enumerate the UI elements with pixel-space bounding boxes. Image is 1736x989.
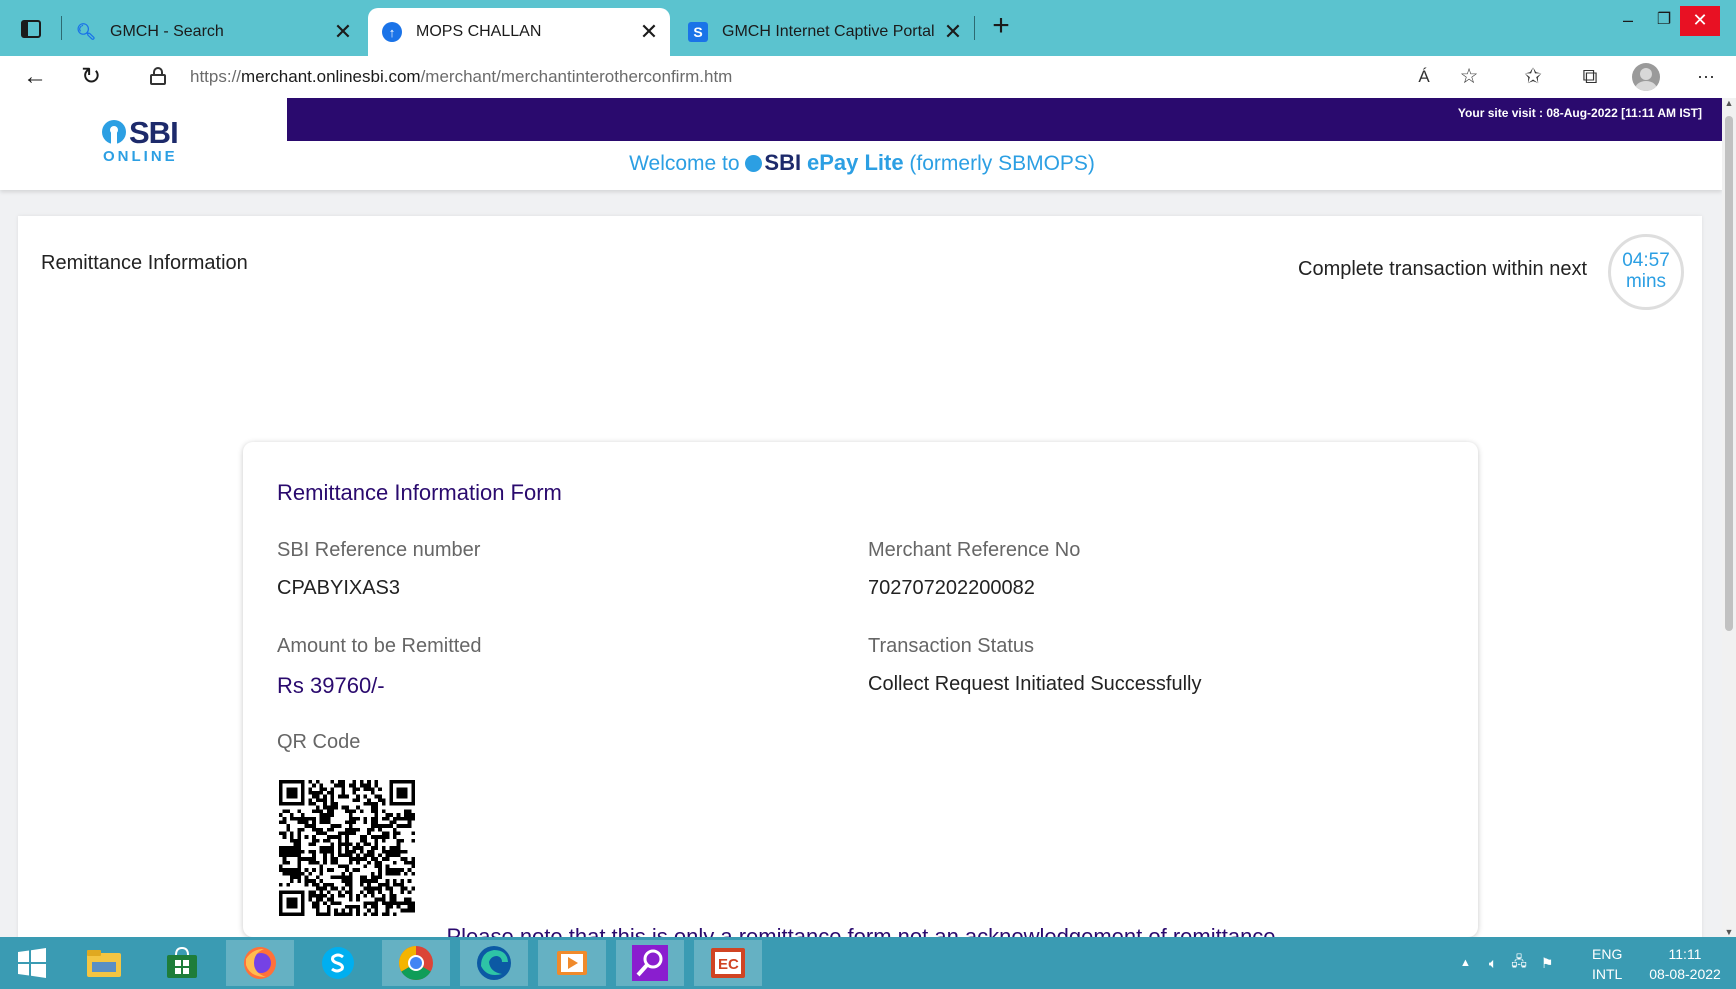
clock-date: 08-08-2022 — [1649, 966, 1721, 982]
tab-gmch-search[interactable]: 🔍︎ GMCH - Search ✕ — [62, 8, 364, 56]
chrome-icon[interactable] — [382, 940, 450, 986]
close-tab-icon[interactable]: ✕ — [328, 21, 358, 43]
read-aloud-icon[interactable]: Á — [1406, 60, 1442, 94]
powerpoint-icon[interactable]: EC — [694, 940, 762, 986]
close-tab-icon[interactable]: ✕ — [634, 21, 664, 43]
address-bar[interactable]: https://merchant.onlinesbi.com/merchant/… — [128, 58, 1496, 96]
close-window-icon[interactable]: ✕ — [1680, 6, 1720, 36]
site-visit-text: Your site visit : 08-Aug-2022 [11:11 AM … — [1457, 106, 1702, 120]
restore-icon[interactable]: ❐ — [1644, 6, 1684, 36]
clock[interactable]: 11:11 08-08-2022 — [1640, 944, 1730, 984]
scroll-up-icon[interactable]: ▲ — [1724, 98, 1734, 108]
welcome-banner: Welcome to SBI ePay Lite (formerly SBMOP… — [629, 150, 1095, 175]
remittance-form-card: Remittance Information Form SBI Referenc… — [243, 442, 1478, 937]
tab-mops-challan[interactable]: ↑ MOPS CHALLAN ✕ — [368, 8, 670, 56]
lock-icon[interactable] — [150, 67, 166, 85]
sbi-logo-icon — [745, 155, 763, 172]
search-icon: 🔍︎ — [75, 24, 97, 41]
tab-title: MOPS CHALLAN — [416, 23, 542, 40]
tab-title: GMCH - Search — [110, 23, 224, 40]
qr-label: QR Code — [277, 731, 361, 753]
profile-icon[interactable] — [1632, 63, 1660, 91]
network-icon[interactable]: 🖧︎ — [1511, 951, 1527, 975]
status-value: Collect Request Initiated Successfully — [868, 673, 1202, 695]
windows-taskbar: EC ▲ 🔈︎ 🖧︎ ⚑ ENG INTL 11:11 08-08-2022 — [0, 937, 1736, 989]
qr-code — [279, 780, 415, 916]
form-title: Remittance Information Form — [277, 480, 562, 505]
url-text[interactable]: https://merchant.onlinesbi.com/merchant/… — [190, 67, 732, 87]
sbi-logo-icon — [102, 120, 126, 144]
merchant-ref-value: 702707202200082 — [868, 577, 1035, 599]
timer-value: 04:57 — [1622, 250, 1670, 271]
tab-title: GMCH Internet Captive Portal — [722, 23, 935, 40]
tab-divider — [974, 16, 975, 40]
more-menu-icon[interactable]: ⋯ — [1688, 60, 1724, 94]
tab-captive-portal[interactable]: S GMCH Internet Captive Portal ✕ — [674, 8, 974, 56]
clock-time: 11:11 — [1668, 946, 1702, 962]
system-tray: ▲ 🔈︎ 🖧︎ ⚑ — [1460, 937, 1590, 989]
header-bar: Your site visit : 08-Aug-2022 [11:11 AM … — [287, 98, 1722, 141]
show-hidden-icons-icon[interactable]: ▲ — [1460, 957, 1471, 969]
timer-unit: mins — [1625, 271, 1667, 292]
sbi-online-logo[interactable]: SBI ONLINE — [100, 114, 200, 165]
sbi-favicon-icon: ↑ — [382, 22, 402, 42]
volume-icon[interactable]: 🔈︎ — [1489, 955, 1497, 972]
minimize-icon[interactable]: – — [1608, 6, 1648, 36]
add-favorite-icon[interactable]: ☆ — [1451, 60, 1487, 94]
flag-icon[interactable]: ⚑ — [1541, 955, 1554, 972]
disclaimer-note: Please note that this is only a remittan… — [446, 924, 1276, 937]
page-viewport: SBI ONLINE Your site visit : 08-Aug-2022… — [0, 98, 1722, 937]
edge-icon[interactable] — [460, 940, 528, 986]
remittance-panel: Remittance Information Complete transact… — [18, 216, 1702, 937]
refresh-icon[interactable]: ↻ — [73, 60, 109, 94]
site-header: SBI ONLINE Your site visit : 08-Aug-2022… — [0, 98, 1722, 190]
browser-toolbar: ← ↻ https://merchant.onlinesbi.com/merch… — [0, 56, 1736, 98]
back-icon[interactable]: ← — [17, 60, 53, 94]
file-explorer-icon[interactable] — [70, 940, 138, 986]
amount-label: Amount to be Remitted — [277, 635, 482, 657]
language-indicator[interactable]: ENG INTL — [1592, 944, 1622, 984]
merchant-ref-label: Merchant Reference No — [868, 539, 1081, 561]
section-title: Remittance Information — [41, 252, 248, 274]
close-tab-icon[interactable]: ✕ — [938, 21, 968, 43]
timer-label: Complete transaction within next — [1298, 258, 1588, 280]
countdown-timer: 04:57 mins — [1608, 234, 1684, 310]
collections-icon[interactable]: ⧉ — [1572, 60, 1608, 94]
svg-text:EC: EC — [718, 956, 739, 973]
new-tab-icon[interactable]: + — [986, 11, 1016, 42]
firefox-icon[interactable] — [226, 940, 294, 986]
page-scrollbar[interactable]: ▲ ▼ — [1722, 98, 1736, 937]
s-favicon-icon: S — [688, 22, 708, 42]
status-label: Transaction Status — [868, 635, 1035, 657]
start-icon[interactable] — [0, 940, 64, 986]
scroll-down-icon[interactable]: ▼ — [1724, 927, 1734, 937]
sbi-ref-label: SBI Reference number — [277, 539, 481, 561]
sbi-ref-value: CPABYIXAS3 — [277, 577, 401, 599]
scrollbar-thumb[interactable] — [1725, 116, 1733, 631]
favorites-icon[interactable]: ✩ — [1515, 60, 1551, 94]
skype-icon[interactable] — [304, 940, 372, 986]
amount-value: Rs 39760/- — [277, 673, 385, 698]
browser-tab-strip: 🔍︎ GMCH - Search ✕ ↑ MOPS CHALLAN ✕ S GM… — [0, 0, 1736, 56]
store-icon[interactable] — [148, 940, 216, 986]
tab-actions-icon[interactable] — [14, 14, 48, 44]
media-player-icon[interactable] — [538, 940, 606, 986]
search-app-icon[interactable] — [616, 940, 684, 986]
